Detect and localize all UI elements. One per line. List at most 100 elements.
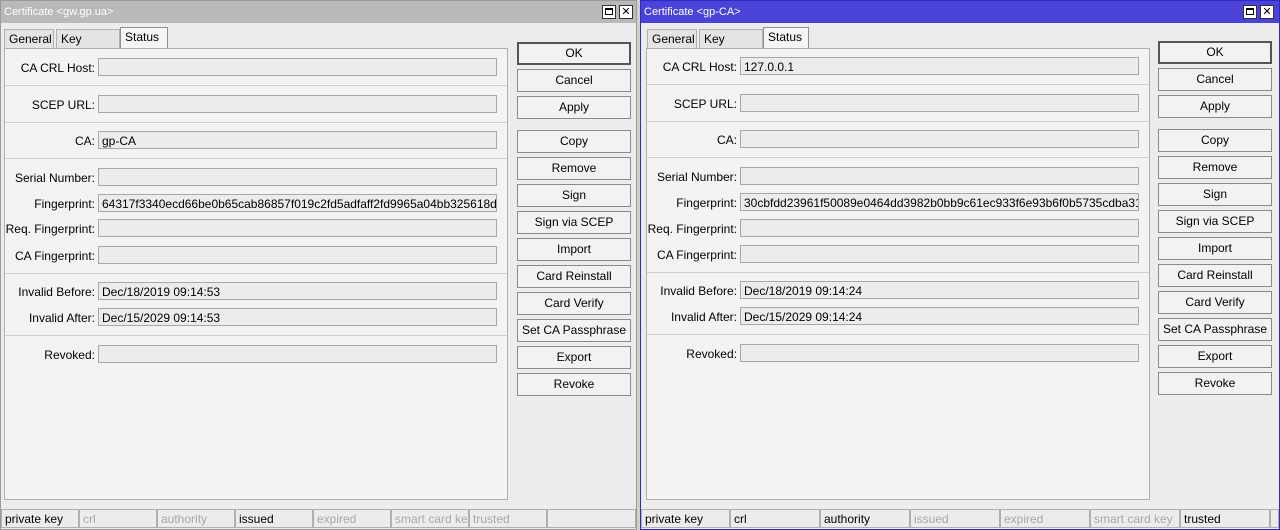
serial-number-label: Serial Number: <box>656 170 737 184</box>
maximize-icon[interactable] <box>1243 5 1257 19</box>
set-ca-passphrase-button[interactable]: Set CA Passphrase <box>517 319 631 342</box>
import-button[interactable]: Import <box>517 238 631 261</box>
req-fingerprint-row: Req. Fingerprint: <box>5 219 507 239</box>
serial-number-field[interactable] <box>98 168 497 186</box>
fingerprint-field[interactable]: 64317f3340ecd66be0b65cab86857f019c2fd5ad… <box>98 194 497 212</box>
invalid-after-field[interactable]: Dec/15/2029 09:14:53 <box>98 308 497 326</box>
copy-button[interactable]: Copy <box>1158 129 1272 152</box>
ca-row: CA: <box>647 130 1149 150</box>
card-verify-button[interactable]: Card Verify <box>517 292 631 315</box>
remove-button[interactable]: Remove <box>1158 156 1272 179</box>
maximize-icon[interactable] <box>602 5 616 19</box>
cancel-button[interactable]: Cancel <box>517 69 631 92</box>
status-empty <box>1270 509 1279 528</box>
sign-button[interactable]: Sign <box>1158 183 1272 206</box>
tab-key-usage[interactable]: Key Usage <box>699 29 763 64</box>
apply-button[interactable]: Apply <box>1158 95 1272 118</box>
window-title: Certificate <gw.gp.ua> <box>4 6 114 18</box>
invalid-after-row: Invalid After: Dec/15/2029 09:14:53 <box>5 308 507 328</box>
revoked-field[interactable] <box>740 344 1139 362</box>
ca-field[interactable] <box>740 130 1139 148</box>
fingerprint-row: Fingerprint: 30cbfdd23961f50089e0464dd39… <box>647 193 1149 213</box>
title-bar[interactable]: Certificate <gp-CA> ✕ <box>641 1 1279 23</box>
scep-url-row: SCEP URL: <box>647 94 1149 114</box>
separator <box>5 158 507 159</box>
close-icon[interactable]: ✕ <box>1260 5 1274 19</box>
set-ca-passphrase-button[interactable]: Set CA Passphrase <box>1158 318 1272 341</box>
close-icon[interactable]: ✕ <box>619 5 633 19</box>
scep-url-row: SCEP URL: <box>5 95 507 115</box>
ca-fingerprint-field[interactable] <box>740 245 1139 263</box>
status-smart-card-key: smart card key <box>1090 509 1180 528</box>
tab-general[interactable]: General <box>4 29 54 49</box>
separator <box>647 272 1149 273</box>
certificate-window-gp-ca: Certificate <gp-CA> ✕ General Key Usage … <box>640 0 1280 530</box>
ca-crl-host-field[interactable] <box>98 58 497 76</box>
ca-fingerprint-row: CA Fingerprint: <box>5 246 507 266</box>
tab-status[interactable]: Status <box>763 27 809 49</box>
card-reinstall-button[interactable]: Card Reinstall <box>517 265 631 288</box>
req-fingerprint-field[interactable] <box>740 219 1139 237</box>
remove-button[interactable]: Remove <box>517 157 631 180</box>
export-button[interactable]: Export <box>1158 345 1272 368</box>
scep-url-label: SCEP URL: <box>673 97 737 111</box>
fingerprint-row: Fingerprint: 64317f3340ecd66be0b65cab868… <box>5 194 507 214</box>
fingerprint-field[interactable]: 30cbfdd23961f50089e0464dd3982b0bb9c61ec9… <box>740 193 1139 211</box>
export-button[interactable]: Export <box>517 346 631 369</box>
separator <box>647 121 1149 122</box>
scep-url-field[interactable] <box>740 94 1139 112</box>
status-private-key: private key <box>641 509 730 528</box>
ca-field[interactable]: gp-CA <box>98 131 497 149</box>
req-fingerprint-row: Req. Fingerprint: <box>647 219 1149 239</box>
copy-button[interactable]: Copy <box>517 130 631 153</box>
serial-number-label: Serial Number: <box>14 171 95 185</box>
ca-fingerprint-label: CA Fingerprint: <box>14 249 95 263</box>
serial-number-row: Serial Number: <box>5 168 507 188</box>
separator <box>5 85 507 86</box>
status-panel: CA CRL Host: SCEP URL: CA: gp-CA Serial … <box>4 48 508 500</box>
invalid-before-label: Invalid Before: <box>660 284 737 298</box>
title-bar[interactable]: Certificate <gw.gp.ua> ✕ <box>1 1 636 23</box>
invalid-before-row: Invalid Before: Dec/18/2019 09:14:24 <box>647 281 1149 301</box>
import-button[interactable]: Import <box>1158 237 1272 260</box>
status-issued: issued <box>910 509 1000 528</box>
fingerprint-label: Fingerprint: <box>676 196 737 210</box>
revoked-field[interactable] <box>98 345 497 363</box>
serial-number-field[interactable] <box>740 167 1139 185</box>
req-fingerprint-field[interactable] <box>98 219 497 237</box>
scep-url-label: SCEP URL: <box>31 98 95 112</box>
ok-button[interactable]: OK <box>517 42 631 65</box>
cancel-button[interactable]: Cancel <box>1158 68 1272 91</box>
sign-via-scep-button[interactable]: Sign via SCEP <box>517 211 631 234</box>
scep-url-field[interactable] <box>98 95 497 113</box>
tab-general[interactable]: General <box>647 29 697 49</box>
invalid-after-field[interactable]: Dec/15/2029 09:14:24 <box>740 307 1139 325</box>
revoke-button[interactable]: Revoke <box>517 373 631 396</box>
separator <box>5 122 507 123</box>
ca-label: CA: <box>716 133 737 147</box>
card-verify-button[interactable]: Card Verify <box>1158 291 1272 314</box>
ca-fingerprint-field[interactable] <box>98 246 497 264</box>
ca-label: CA: <box>74 134 95 148</box>
serial-number-row: Serial Number: <box>647 167 1149 187</box>
req-fingerprint-label: Req. Fingerprint: <box>5 222 95 236</box>
apply-button[interactable]: Apply <box>517 96 631 119</box>
separator <box>5 273 507 274</box>
ok-button[interactable]: OK <box>1158 41 1272 64</box>
ca-crl-host-label: CA CRL Host: <box>662 60 737 74</box>
status-smart-card-key: smart card key <box>391 509 469 528</box>
revoked-row: Revoked: <box>647 344 1149 364</box>
ca-crl-host-row: CA CRL Host: 127.0.0.1 <box>647 57 1149 77</box>
tab-key-usage[interactable]: Key Usage <box>56 29 120 64</box>
tab-status[interactable]: Status <box>120 27 168 49</box>
invalid-before-field[interactable]: Dec/18/2019 09:14:53 <box>98 282 497 300</box>
revoke-button[interactable]: Revoke <box>1158 372 1272 395</box>
ca-crl-host-field[interactable]: 127.0.0.1 <box>740 57 1139 75</box>
status-bar: private key crl authority issued expired… <box>641 507 1279 529</box>
card-reinstall-button[interactable]: Card Reinstall <box>1158 264 1272 287</box>
sign-via-scep-button[interactable]: Sign via SCEP <box>1158 210 1272 233</box>
status-trusted: trusted <box>469 509 547 528</box>
certificate-window-gw: Certificate <gw.gp.ua> ✕ General Key Usa… <box>0 0 637 530</box>
invalid-before-field[interactable]: Dec/18/2019 09:14:24 <box>740 281 1139 299</box>
sign-button[interactable]: Sign <box>517 184 631 207</box>
